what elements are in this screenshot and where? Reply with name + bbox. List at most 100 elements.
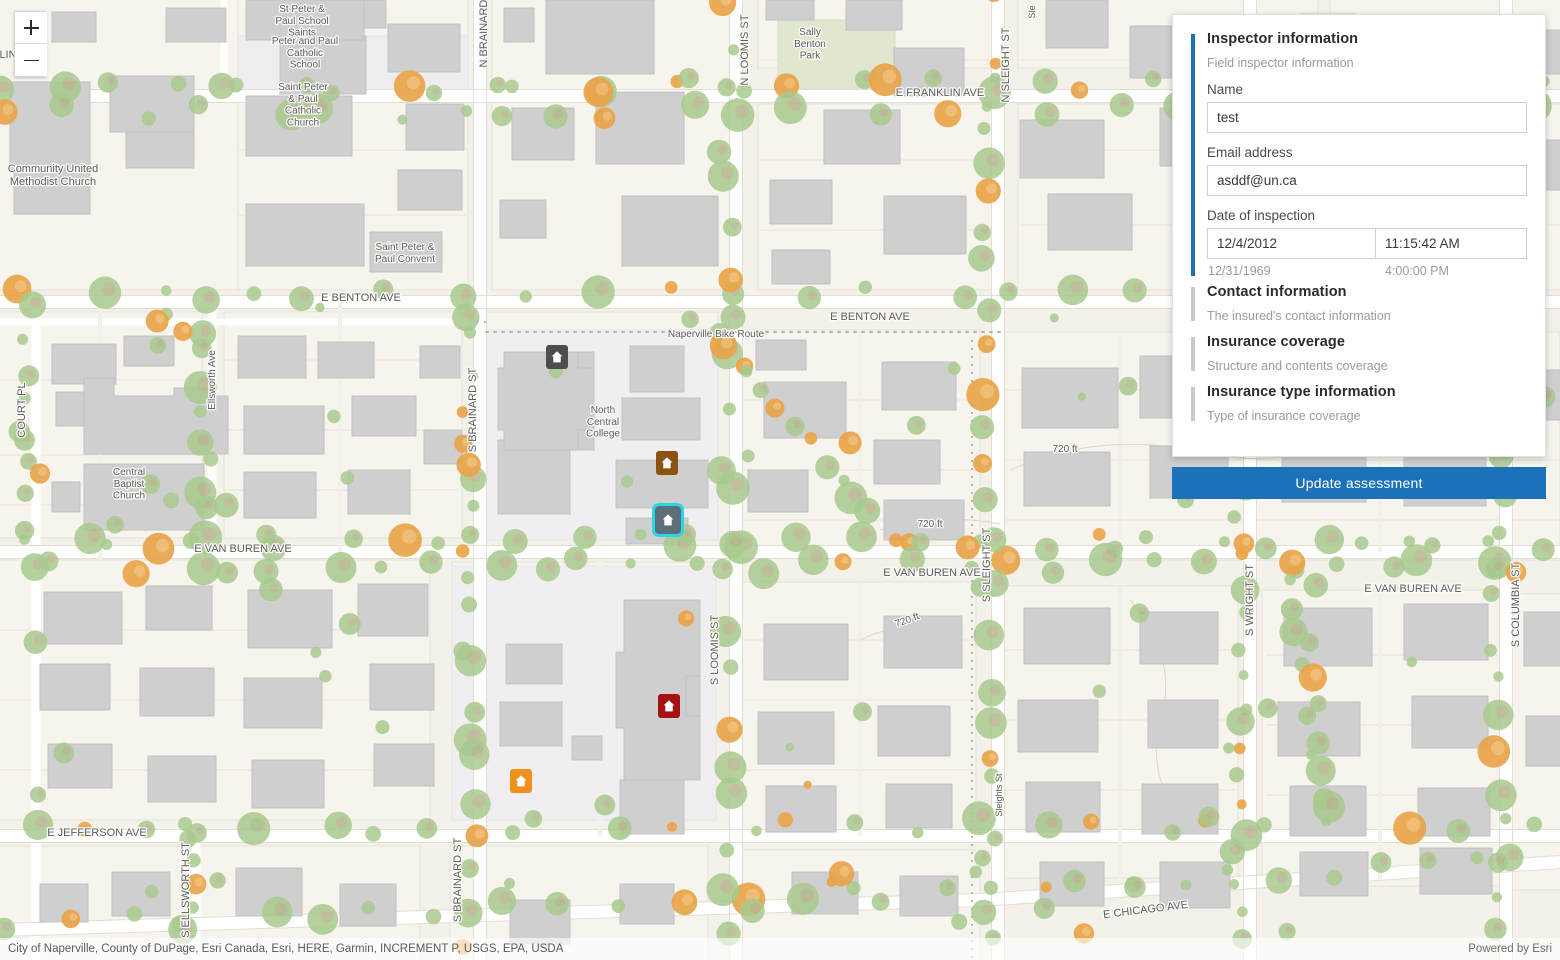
field-date-of-inspection: Date of inspection 12/31/1969 4:00:00 PM [1207,208,1527,278]
tree-green [525,810,543,828]
tree-green [999,282,1018,301]
tree-green [1493,671,1503,681]
tree-autumn [934,100,961,127]
tree-green [1485,779,1517,811]
tree-green [536,557,560,581]
tree-green [1400,544,1432,576]
tree-green [740,898,765,923]
tree-green [1255,537,1277,559]
tree-green [310,647,321,658]
tree-green [978,122,991,135]
tree-green [1483,700,1514,731]
update-assessment-button[interactable]: Update assessment [1172,467,1546,499]
tree-green [1034,898,1055,919]
tree-green [187,552,220,585]
tree-green [452,304,479,331]
tree-green [712,559,733,580]
tree-green [1229,879,1239,889]
tree-green [787,883,819,915]
marker-gray[interactable] [546,345,568,369]
tree-green [127,906,143,922]
marker-orange[interactable] [510,769,532,793]
tree-autumn [143,533,175,565]
map-place-label: Saint Peter &Paul Convent [375,242,435,265]
tree-green [214,493,239,518]
tree-green [1119,377,1138,396]
tree-green [1035,102,1060,127]
tree-green [361,901,375,915]
attribution-text: City of Naperville, County of DuPage, Es… [8,943,563,955]
tree-green [984,881,998,895]
email-input[interactable] [1207,165,1527,196]
tree-green [1492,526,1506,540]
tree-green [464,326,476,338]
section-inspector-information[interactable]: Inspector information Field inspector in… [1191,31,1527,278]
tree-green [870,103,892,125]
map-street-label: S ELLSWORTH ST [180,842,192,938]
tree-green [464,702,485,723]
tree-green [798,286,821,309]
section-insurance-type-information[interactable]: Insurance type information Type of insur… [1191,384,1527,423]
tree-green [690,556,705,571]
tree-green [203,451,218,466]
tree-autumn [123,560,150,587]
minus-icon [24,53,39,68]
tree-green [1492,892,1502,902]
tree-autumn [394,70,426,102]
map-street-label: N LOOMIS ST [739,14,751,85]
tree-green [1191,549,1217,575]
tree-green [977,298,1001,322]
time-input[interactable] [1376,228,1527,259]
tree-green [1093,685,1106,698]
tree-green [718,78,736,96]
tree-green [149,337,166,354]
tree-autumn [1236,547,1249,560]
tree-green [344,530,363,549]
assessment-panel: Inspector information Field inspector in… [1172,14,1546,499]
tree-green [962,801,996,835]
tree-autumn [146,310,169,333]
tree-green [24,630,48,654]
tree-green [564,547,588,571]
tree-green [985,930,1001,946]
zoom-in-button[interactable] [15,12,47,44]
tree-autumn [456,544,470,558]
tree-autumn [1393,812,1426,845]
map-contour-label: 720 ft [917,519,942,530]
tree-green [1226,707,1254,735]
tree-green [719,531,746,558]
tree-green [1227,510,1241,524]
tree-autumn [835,553,852,570]
name-input[interactable] [1207,102,1527,133]
section-insurance-coverage[interactable]: Insurance coverage Structure and content… [1191,334,1527,373]
tree-green [461,526,479,544]
tree-green [1484,918,1507,941]
map-street-label: E VAN BUREN AVE [1364,583,1461,595]
tree-green [1313,791,1345,823]
map-place-label: CentralBaptistChurch [113,467,145,502]
map-trail-label: Naperville Bike Route [668,329,765,340]
tree-green [17,334,28,345]
tree-green [1164,824,1181,841]
tree-autumn [839,431,862,454]
marker-red[interactable] [658,694,680,718]
tree-green [1300,633,1319,652]
tree-green [141,111,155,125]
marker-brown[interactable] [656,451,678,475]
map-street-label: COURT PL [16,382,28,437]
tree-autumn [594,107,616,129]
section-contact-information[interactable]: Contact information The insured's contac… [1191,284,1527,323]
tree-green [161,285,172,296]
tree-green [912,827,923,838]
tree-green [504,878,515,889]
tree-green [49,93,73,117]
tree-green [1532,538,1555,561]
tree-green [1284,574,1295,585]
tree-green [365,826,381,842]
date-input[interactable] [1207,228,1376,259]
marker-selected[interactable] [655,506,681,534]
zoom-out-button[interactable] [15,44,47,76]
tree-green [455,645,486,676]
tree-green [319,670,331,682]
tree-green [1315,525,1344,554]
